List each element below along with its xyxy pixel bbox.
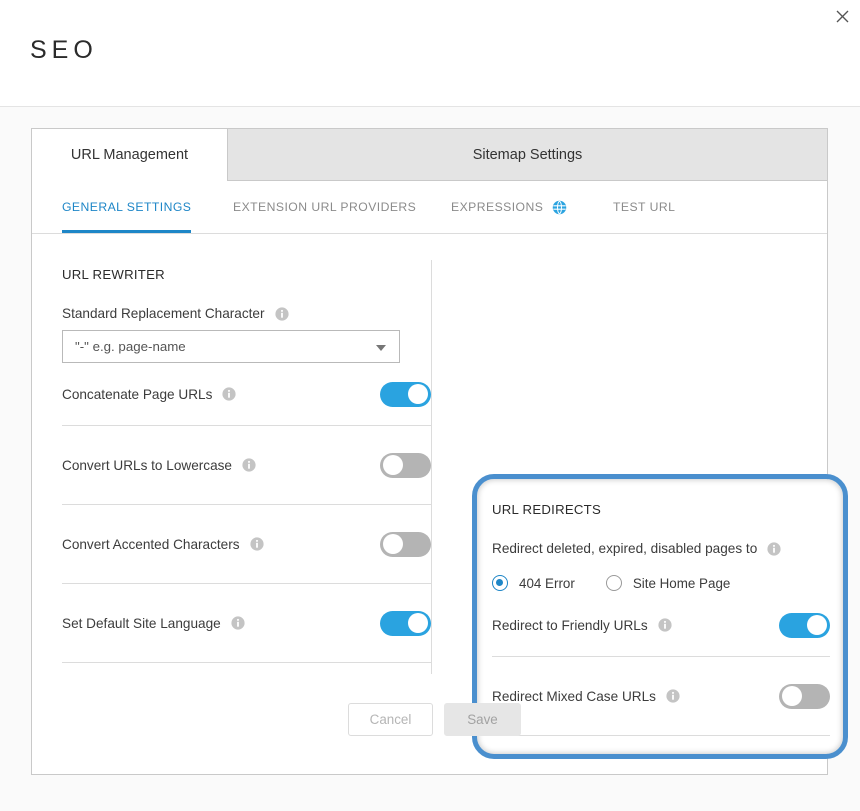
info-icon[interactable] [242, 458, 256, 472]
info-icon[interactable] [249, 537, 264, 551]
setting-row-convert-accented-characters: Convert Accented Characters [62, 505, 431, 584]
tab-expressions[interactable]: EXPRESSIONS [451, 181, 567, 233]
radio-site-home-page[interactable] [605, 575, 622, 591]
concatenate-page-urls-label: Concatenate Page URLs [62, 386, 213, 402]
url-rewriter-section: URL REWRITER Standard Replacement Charac… [62, 234, 431, 663]
radio-404-error[interactable] [492, 575, 508, 591]
toggle-knob [408, 384, 428, 404]
chevron-down-icon [376, 345, 386, 351]
info-icon[interactable] [658, 618, 672, 632]
primary-tab-bar: URL Management Sitemap Settings [32, 129, 827, 181]
close-icon [836, 10, 849, 23]
info-icon[interactable] [222, 387, 236, 401]
redirect-target-radio-group: 404 Error Site Home Page [492, 572, 830, 594]
toggle-knob [408, 613, 428, 633]
url-rewriter-heading: URL REWRITER [62, 267, 165, 282]
tab-expressions-label: EXPRESSIONS [451, 200, 544, 214]
close-button[interactable] [830, 4, 854, 28]
page-title: SEO [30, 36, 98, 64]
tab-sitemap-settings[interactable]: Sitemap Settings [228, 129, 827, 181]
tab-general-settings-label: GENERAL SETTINGS [62, 200, 192, 214]
toggle-knob [383, 455, 403, 475]
setting-row-convert-urls-to-lowercase: Convert URLs to Lowercase [62, 426, 431, 505]
replacement-character-label: Standard Replacement Character [62, 306, 265, 321]
app-header: SEO [0, 0, 860, 107]
radio-404-error-label[interactable]: 404 Error [519, 576, 575, 591]
setting-row-set-default-site-language: Set Default Site Language [62, 584, 431, 663]
redirect-deleted-label-row: Redirect deleted, expired, disabled page… [492, 541, 830, 556]
info-icon[interactable] [231, 616, 245, 630]
settings-body: URL REWRITER Standard Replacement Charac… [32, 234, 848, 777]
convert-accented-characters-label: Convert Accented Characters [62, 536, 240, 552]
info-icon[interactable] [274, 306, 289, 321]
column-divider [431, 260, 432, 674]
set-default-site-language-label: Set Default Site Language [62, 615, 221, 631]
tab-test-url[interactable]: TEST URL [613, 181, 675, 233]
toggle-set-default-site-language[interactable] [380, 610, 431, 636]
setting-row-concatenate-page-urls: Concatenate Page URLs [62, 363, 431, 426]
replacement-character-value: "-" e.g. page-name [75, 339, 186, 354]
replacement-character-select[interactable]: "-" e.g. page-name [62, 330, 400, 363]
toggle-convert-accented-characters[interactable] [380, 531, 431, 557]
active-tab-underline [62, 230, 192, 233]
toggle-knob [807, 615, 827, 635]
convert-urls-to-lowercase-label: Convert URLs to Lowercase [62, 457, 232, 473]
setting-row-redirect-to-friendly-urls: Redirect to Friendly URLs [492, 594, 830, 657]
tab-general-settings[interactable]: GENERAL SETTINGS [62, 181, 192, 233]
redirect-deleted-label: Redirect deleted, expired, disabled page… [492, 541, 758, 556]
save-button[interactable]: Save [444, 703, 521, 736]
settings-card: URL Management Sitemap Settings GENERAL … [31, 128, 848, 777]
toggle-knob [383, 534, 403, 554]
tab-extension-url-providers-label: EXTENSION URL PROVIDERS [233, 200, 417, 214]
toggle-redirect-to-friendly-urls[interactable] [779, 612, 830, 638]
tab-extension-url-providers[interactable]: EXTENSION URL PROVIDERS [233, 181, 416, 233]
cancel-button[interactable]: Cancel [348, 703, 433, 736]
replacement-character-label-row: Standard Replacement Character [62, 306, 431, 321]
redirect-to-friendly-urls-label: Redirect to Friendly URLs [492, 617, 648, 633]
radio-site-home-page-label[interactable]: Site Home Page [633, 576, 731, 591]
toggle-convert-urls-to-lowercase[interactable] [380, 452, 431, 478]
form-footer: Cancel Save [32, 685, 827, 777]
secondary-tab-bar: GENERAL SETTINGS EXTENSION URL PROVIDERS… [32, 181, 827, 234]
tab-url-management[interactable]: URL Management [32, 129, 228, 181]
toggle-concatenate-page-urls[interactable] [380, 381, 431, 407]
tab-test-url-label: TEST URL [613, 200, 676, 214]
url-redirects-heading: URL REDIRECTS [492, 502, 602, 517]
globe-icon [552, 200, 567, 215]
info-icon[interactable] [767, 541, 781, 556]
